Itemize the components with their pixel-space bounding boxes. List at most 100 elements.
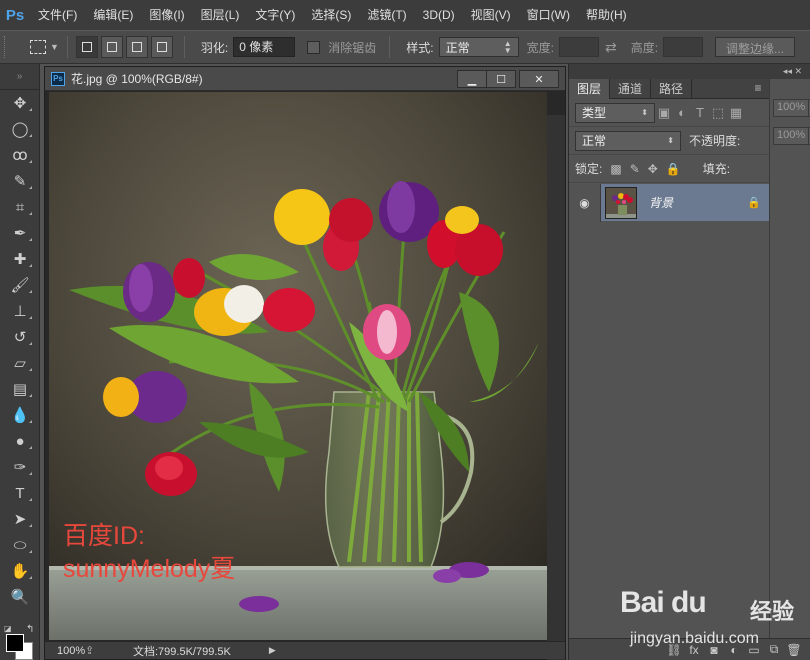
quick-selection-tool-icon[interactable]: ✎ — [0, 168, 40, 194]
options-grip[interactable] — [4, 36, 10, 58]
history-brush-tool-icon[interactable]: ↺ — [0, 324, 40, 350]
marquee-tool-icon[interactable]: ◯ — [0, 116, 40, 142]
menu-view[interactable]: 视图(V) — [463, 0, 519, 30]
chevron-down-icon[interactable]: ▼ — [50, 42, 59, 52]
lock-position-icon[interactable]: ✥ — [648, 162, 658, 176]
lasso-tool-icon[interactable]: ꝏ — [0, 142, 40, 168]
adjustment-filter-icon[interactable]: ◐ — [673, 105, 691, 120]
opacity-label: 不透明度: — [689, 134, 741, 148]
canvas-area[interactable]: 百度ID: sunnyMelody夏 — [45, 91, 565, 660]
layer-style-icon[interactable]: fx — [684, 643, 704, 657]
path-selection-tool-icon[interactable]: ➤ — [0, 506, 40, 532]
menu-help[interactable]: 帮助(H) — [578, 0, 635, 30]
brush-tool-icon[interactable]: 🖌 — [0, 272, 40, 298]
lock-all-icon[interactable]: 🔒 — [666, 162, 681, 176]
layer-name[interactable]: 背景 — [649, 194, 673, 211]
style-select[interactable]: 正常 ▲ ▼ — [438, 37, 519, 57]
default-colors-icon[interactable]: ◪ — [4, 624, 12, 633]
opacity-input[interactable]: 100% — [773, 99, 809, 117]
layers-panel-dock: ◂◂ ✕ 图层 通道 路径 ≡ 类型 ⬍ ▣ ◐ T ⬚ ▦ 正常 ⬍ 不透明度… — [568, 64, 810, 660]
new-selection-button[interactable] — [75, 36, 98, 58]
options-bar: ▼ 羽化: 0 像素 消除锯齿 样式: 正常 ▲ ▼ 宽度: ⇄ 高度: 调整边缘… — [0, 30, 810, 64]
type-tool-icon[interactable]: T — [0, 480, 40, 506]
height-input[interactable] — [663, 37, 704, 57]
tab-channels[interactable]: 通道 — [610, 79, 652, 99]
maximize-button[interactable]: ☐ — [486, 70, 516, 88]
layer-row-background[interactable]: ◉ 背景 🔒 — [569, 183, 769, 222]
layer-lock-icon[interactable]: 🔒 — [747, 196, 761, 209]
status-menu-arrow-icon[interactable]: ▶ — [269, 645, 276, 656]
smart-object-filter-icon[interactable]: ▦ — [727, 105, 745, 121]
filter-kind-value: 类型 — [582, 106, 607, 120]
subtract-from-selection-button[interactable] — [125, 36, 148, 58]
minimize-button[interactable]: ▁ — [457, 70, 487, 88]
width-label: 宽度: — [526, 40, 554, 55]
tab-paths[interactable]: 路径 — [651, 79, 693, 99]
menu-type[interactable]: 文字(Y) — [247, 0, 303, 30]
divider — [389, 36, 391, 58]
menu-edit[interactable]: 编辑(E) — [85, 0, 141, 30]
intersect-selection-button[interactable] — [150, 36, 173, 58]
antialias-checkbox[interactable] — [307, 40, 321, 54]
pixel-filter-icon[interactable]: ▣ — [655, 105, 673, 121]
lock-transparent-icon[interactable]: ▩ — [610, 162, 621, 176]
link-layers-icon[interactable]: ⛓ — [664, 643, 684, 657]
shape-filter-icon[interactable]: ⬚ — [709, 105, 727, 121]
menu-file[interactable]: 文件(F) — [30, 0, 85, 30]
blur-tool-icon[interactable]: 💧 — [0, 402, 40, 428]
menu-select[interactable]: 选择(S) — [303, 0, 359, 30]
zoom-level[interactable]: 100% — [45, 645, 85, 657]
clone-stamp-tool-icon[interactable]: ⊥ — [0, 298, 40, 324]
share-icon[interactable]: ⇪ — [85, 644, 101, 657]
shape-tool-icon[interactable]: ⬭ — [0, 532, 40, 558]
blend-mode-select[interactable]: 正常 ⬍ — [575, 130, 681, 151]
new-group-icon[interactable]: ▭ — [744, 643, 764, 657]
style-label: 样式: — [406, 40, 434, 55]
swap-colors-icon[interactable]: ↰ — [26, 624, 34, 635]
add-to-selection-button[interactable] — [100, 36, 123, 58]
document-titlebar[interactable]: Ps 花.jpg @ 100%(RGB/8#) ▁ ☐ ✕ — [45, 67, 565, 91]
healing-brush-tool-icon[interactable]: ✚ — [0, 246, 40, 272]
trash-icon[interactable]: 🗑 — [784, 643, 804, 657]
adjustment-layer-icon[interactable]: ◐ — [724, 643, 744, 657]
width-input[interactable] — [558, 37, 599, 57]
style-value: 正常 — [445, 40, 470, 55]
eye-icon[interactable]: ◉ — [569, 183, 601, 222]
fill-input[interactable]: 100% — [773, 127, 809, 145]
new-layer-icon[interactable]: ⧉ — [764, 642, 784, 657]
dodge-tool-icon[interactable]: ● — [0, 428, 40, 454]
pen-tool-icon[interactable]: ✑ — [0, 454, 40, 480]
eraser-tool-icon[interactable]: ▱ — [0, 350, 40, 376]
layer-mask-icon[interactable]: ◙ — [704, 643, 724, 657]
toolbox-collapse-icon[interactable]: » — [0, 64, 39, 90]
foreground-color-swatch[interactable] — [6, 634, 24, 652]
layer-filter-row: 类型 ⬍ ▣ ◐ T ⬚ ▦ — [569, 99, 769, 127]
tab-layers[interactable]: 图层 — [569, 79, 611, 99]
height-label: 高度: — [630, 40, 659, 55]
type-filter-icon[interactable]: T — [691, 105, 709, 120]
menu-filter[interactable]: 滤镜(T) — [359, 0, 414, 30]
menu-layer[interactable]: 图层(L) — [193, 0, 248, 30]
image-canvas[interactable]: 百度ID: sunnyMelody夏 — [49, 92, 547, 640]
gradient-tool-icon[interactable]: ▤ — [0, 376, 40, 402]
color-swatches: ◪ ↰ — [4, 624, 36, 660]
swap-dimensions-icon[interactable]: ⇄ — [605, 39, 617, 56]
lock-image-icon[interactable]: ✎ — [630, 162, 640, 176]
panel-collapse-icon[interactable]: ◂◂ ✕ — [569, 64, 810, 79]
menu-image[interactable]: 图像(I) — [141, 0, 192, 30]
hand-tool-icon[interactable]: ✋ — [0, 558, 40, 584]
close-button[interactable]: ✕ — [519, 70, 559, 88]
filter-kind-select[interactable]: 类型 ⬍ — [575, 102, 655, 123]
menu-window[interactable]: 窗口(W) — [519, 0, 578, 30]
crop-tool-icon[interactable]: ⌗ — [0, 194, 40, 220]
move-tool-icon[interactable]: ✥ — [0, 90, 40, 116]
menu-3d[interactable]: 3D(D) — [415, 0, 463, 30]
feather-input[interactable]: 0 像素 — [233, 37, 296, 57]
refine-edge-button[interactable]: 调整边缘... — [715, 37, 796, 57]
eyedropper-tool-icon[interactable]: ✒ — [0, 220, 40, 246]
zoom-tool-icon[interactable]: 🔍 — [0, 584, 40, 610]
panel-menu-icon[interactable]: ≡ — [747, 79, 769, 98]
select-arrows-icon: ▲ ▼ — [503, 39, 512, 55]
rect-marquee-preset-icon[interactable] — [30, 40, 46, 54]
vertical-scrollbar[interactable] — [547, 115, 565, 660]
